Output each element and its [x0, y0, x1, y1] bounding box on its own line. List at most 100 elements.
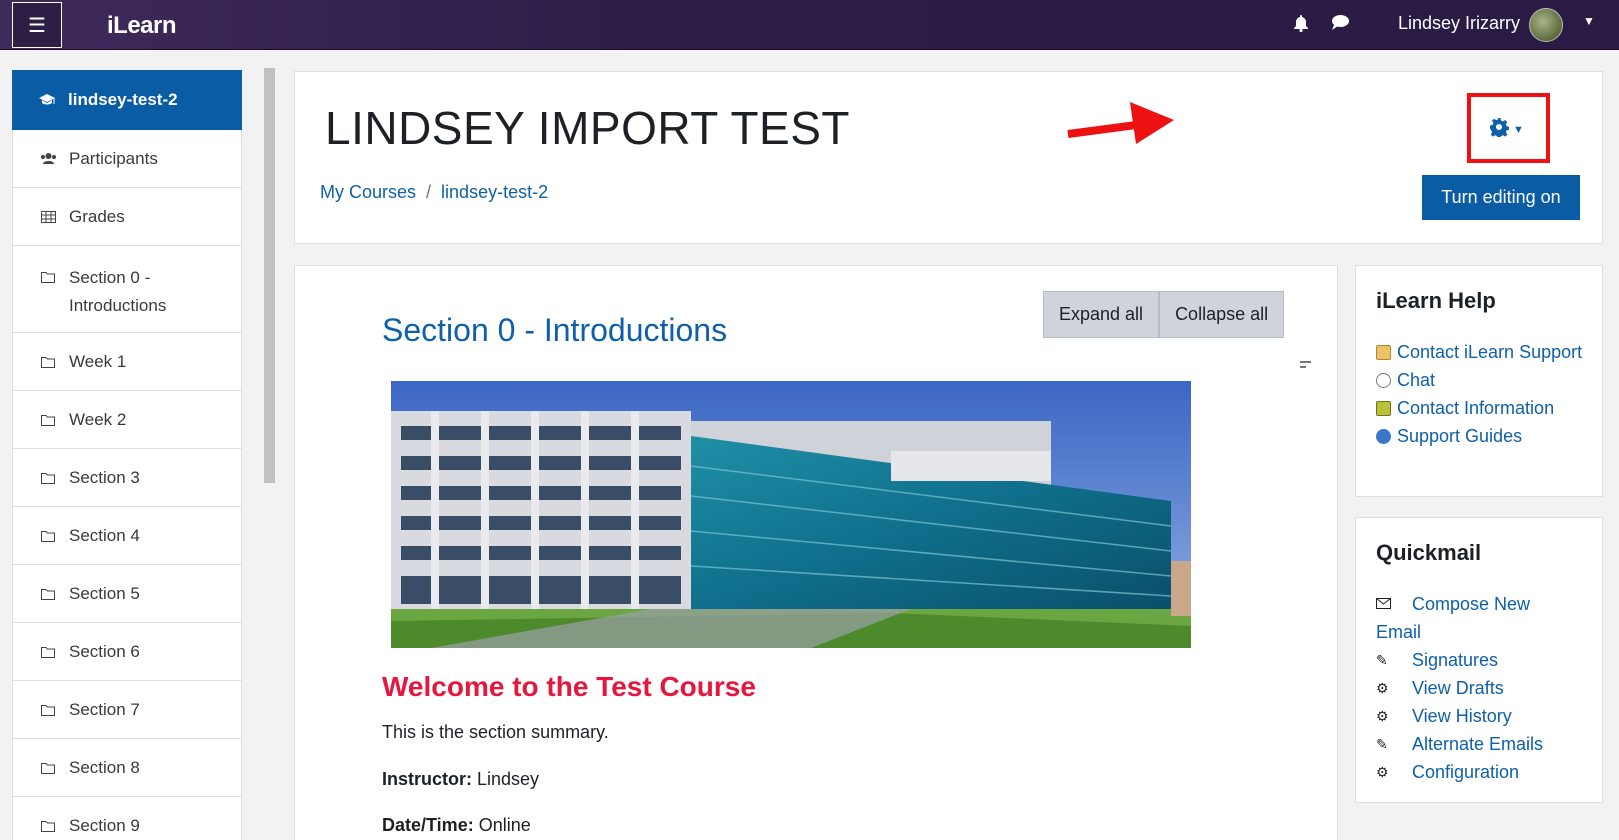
top-navbar: ☰ iLearn Lindsey Irizarry ▼	[0, 0, 1619, 50]
instructor-value: Lindsey	[472, 769, 540, 789]
quickmail-configuration-link[interactable]: ⚙ Configuration	[1376, 758, 1601, 786]
drawer-item-label: Week 2	[69, 409, 127, 429]
graduation-cap-icon	[38, 93, 56, 107]
drawer-item-section-5[interactable]: Section 5	[12, 565, 242, 623]
nav-drawer: lindsey-test-2 Participants Grades Secti…	[12, 70, 242, 840]
gear-icon	[1489, 117, 1510, 143]
drawer-item-course[interactable]: lindsey-test-2	[12, 70, 242, 130]
help-links: Contact iLearn Support Chat Contact Info…	[1376, 338, 1596, 450]
drawer-item-section-0[interactable]: Section 0 - Introductions	[12, 246, 242, 333]
help-link-label: Contact Information	[1397, 398, 1555, 418]
gear-icon: ⚙	[1376, 708, 1389, 724]
breadcrumb-separator: /	[426, 182, 432, 202]
bell-icon[interactable]	[1293, 14, 1309, 37]
help-link-label: Support Guides	[1397, 426, 1523, 446]
folder-icon	[39, 646, 57, 658]
drawer-item-label: Section 4	[69, 525, 140, 545]
section-title[interactable]: Section 0 - Introductions	[382, 312, 727, 349]
help-icon	[1376, 429, 1391, 444]
chevron-down-icon[interactable]: ▼	[1583, 14, 1595, 28]
breadcrumb-my-courses[interactable]: My Courses	[320, 182, 416, 203]
collapse-all-button[interactable]: Collapse all	[1159, 291, 1285, 338]
quickmail-signatures-link[interactable]: ✎ Signatures	[1376, 646, 1601, 674]
quickmail-link-label: Alternate Emails	[1412, 734, 1544, 754]
quickmail-link-label: View Drafts	[1412, 678, 1504, 698]
folder-icon	[39, 704, 57, 716]
folder-icon	[39, 530, 57, 542]
quickmail-alternate-emails-link[interactable]: ✎ Alternate Emails	[1376, 730, 1601, 758]
drawer-item-week-2[interactable]: Week 2	[12, 391, 242, 449]
section-summary: This is the section summary.	[382, 722, 609, 742]
drawer-item-section-4[interactable]: Section 4	[12, 507, 242, 565]
welcome-heading: Welcome to the Test Course	[382, 671, 756, 702]
hamburger-icon: ☰	[28, 14, 46, 37]
turn-editing-on-button[interactable]: Turn editing on	[1422, 175, 1580, 220]
course-header: LINDSEY IMPORT TEST My Courses / lindsey…	[294, 71, 1603, 244]
drawer-item-label: Section 7	[69, 699, 140, 719]
ilearn-help-block: iLearn Help Contact iLearn Support Chat …	[1355, 265, 1603, 497]
drawer-item-section-8[interactable]: Section 8	[12, 739, 242, 797]
drawer-item-label: Grades	[69, 206, 125, 226]
folder-icon	[39, 472, 57, 484]
drawer-item-label: Section 0 - Introductions	[69, 268, 167, 315]
avatar[interactable]	[1529, 8, 1563, 42]
quickmail-link-label-cont: Email	[1376, 622, 1422, 642]
instructor-line: Instructor: Lindsey	[382, 769, 539, 790]
drawer-item-label: Section 3	[69, 467, 140, 487]
drawer-scrollbar-thumb[interactable]	[264, 68, 275, 483]
gear-icon: ⚙	[1376, 680, 1389, 696]
expand-all-button[interactable]: Expand all	[1043, 291, 1160, 338]
folder-icon	[39, 762, 57, 774]
quickmail-block: Quickmail Compose New Email ✎ Signatures…	[1355, 517, 1603, 803]
quickmail-history-link[interactable]: ⚙ View History	[1376, 702, 1601, 730]
chat-icon	[1376, 373, 1391, 388]
breadcrumb: My Courses / lindsey-test-2	[320, 182, 548, 203]
folder-icon	[39, 356, 57, 368]
folder-icon	[39, 588, 57, 600]
help-link-contact-info[interactable]: Contact Information	[1376, 394, 1596, 422]
instructor-label: Instructor:	[382, 769, 472, 789]
drawer-item-label: Section 6	[69, 641, 140, 661]
drawer-item-label: Week 1	[69, 351, 127, 371]
drawer-item-participants[interactable]: Participants	[12, 130, 242, 188]
address-book-icon	[1376, 401, 1391, 416]
help-link-label: Contact iLearn Support	[1397, 342, 1583, 362]
support-ticket-icon	[1376, 345, 1391, 360]
expand-collapse-group: Expand all Collapse all	[1043, 291, 1285, 338]
chat-icon[interactable]	[1331, 14, 1350, 37]
drawer-item-week-1[interactable]: Week 1	[12, 333, 242, 391]
quickmail-link-label: Configuration	[1412, 762, 1520, 782]
quickmail-drafts-link[interactable]: ⚙ View Drafts	[1376, 674, 1601, 702]
help-link-chat[interactable]: Chat	[1376, 366, 1596, 394]
folder-icon	[39, 820, 57, 832]
gear-icon: ⚙	[1376, 764, 1389, 780]
drawer-item-section-9[interactable]: Section 9	[12, 797, 242, 840]
drawer-item-section-6[interactable]: Section 6	[12, 623, 242, 681]
help-link-support-guides[interactable]: Support Guides	[1376, 422, 1596, 450]
drawer-item-label: Section 5	[69, 583, 140, 603]
block-collapse-icon[interactable]	[1300, 361, 1311, 369]
drawer-item-grades[interactable]: Grades	[12, 188, 242, 246]
hamburger-menu-button[interactable]: ☰	[12, 2, 62, 48]
drawer-item-label: Section 8	[69, 757, 140, 777]
datetime-line: Date/Time: Online	[382, 815, 531, 836]
course-settings-menu[interactable]: ▼	[1489, 117, 1524, 143]
drawer-item-label: Section 9	[69, 815, 140, 835]
annotation-arrow	[1067, 102, 1174, 144]
datetime-label: Date/Time:	[382, 815, 474, 835]
breadcrumb-course[interactable]: lindsey-test-2	[441, 182, 548, 203]
brand-logo[interactable]: iLearn	[107, 12, 177, 40]
table-icon	[39, 210, 57, 223]
quickmail-compose-link[interactable]: Compose New Email	[1376, 590, 1601, 646]
help-link-label: Chat	[1397, 370, 1436, 390]
envelope-icon	[1376, 590, 1412, 618]
pencil-icon: ✎	[1376, 736, 1388, 752]
drawer-item-section-3[interactable]: Section 3	[12, 449, 242, 507]
folder-icon	[39, 414, 57, 426]
drawer-item-label: Participants	[69, 148, 158, 168]
building-banner-image	[391, 381, 1191, 648]
drawer-item-section-7[interactable]: Section 7	[12, 681, 242, 739]
help-link-contact-support[interactable]: Contact iLearn Support	[1376, 338, 1596, 366]
user-name[interactable]: Lindsey Irizarry	[1398, 13, 1520, 34]
quickmail-link-label: View History	[1412, 706, 1512, 726]
